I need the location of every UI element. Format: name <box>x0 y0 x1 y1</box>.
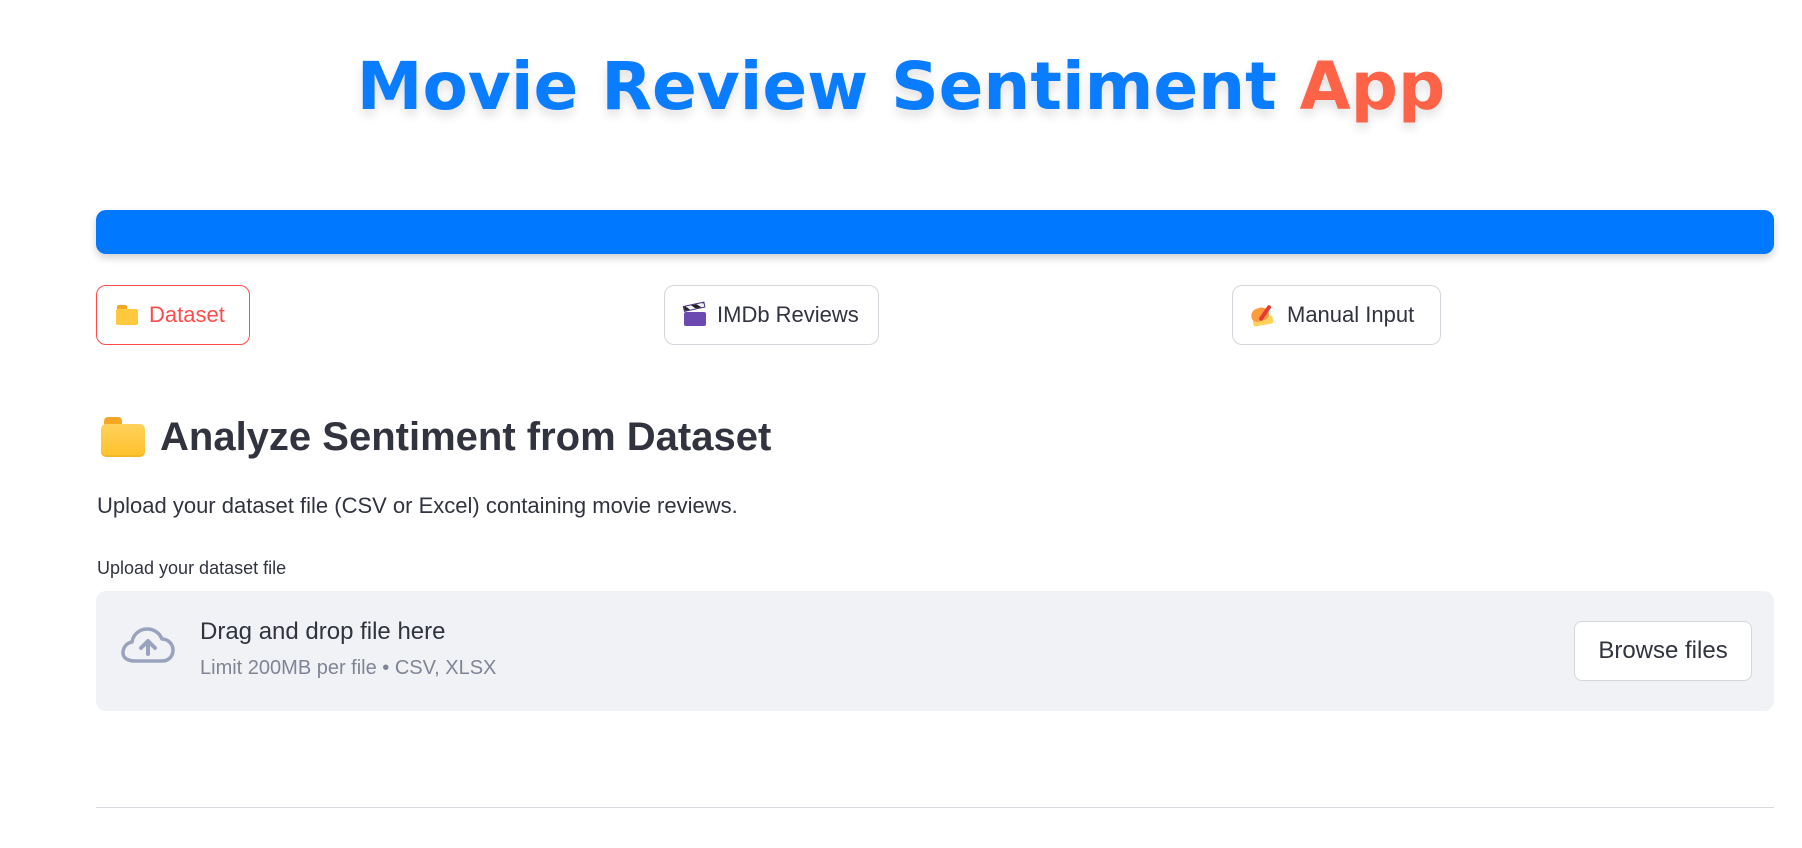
app-title-accent: App <box>1299 48 1446 125</box>
file-dropzone[interactable]: Drag and drop file here Limit 200MB per … <box>96 591 1774 711</box>
dataset-nav-button[interactable]: Dataset <box>96 285 250 345</box>
header-banner <box>96 210 1774 254</box>
cloud-upload-icon <box>121 627 175 663</box>
browse-files-button[interactable]: Browse files <box>1574 621 1752 681</box>
upload-limit-text: Limit 200MB per file • CSV, XLSX <box>200 657 497 679</box>
manual-input-nav-button[interactable]: Manual Input <box>1232 285 1441 345</box>
section-description: Upload your dataset file (CSV or Excel) … <box>97 493 738 518</box>
clapper-board-icon <box>682 301 707 326</box>
manual-input-nav-label: Manual Input <box>1287 302 1415 327</box>
section-title-text: Analyze Sentiment from Dataset <box>160 415 772 459</box>
folder-icon <box>115 305 139 325</box>
drag-drop-text: Drag and drop file here <box>200 618 446 645</box>
imdb-reviews-nav-label: IMDb Reviews <box>717 302 859 327</box>
dataset-nav-label: Dataset <box>149 302 225 327</box>
title-container: Movie Review Sentiment App <box>0 42 1802 132</box>
section-title: Analyze Sentiment from Dataset <box>100 412 771 462</box>
folder-icon <box>100 417 146 457</box>
imdb-reviews-nav-button[interactable]: IMDb Reviews <box>664 285 879 345</box>
app-title-main: Movie Review Sentiment <box>356 48 1277 125</box>
upload-label: Upload your dataset file <box>97 558 287 578</box>
section-divider <box>96 807 1774 808</box>
writing-hand-icon <box>1249 303 1277 327</box>
app-title: Movie Review Sentiment App <box>357 42 1445 132</box>
